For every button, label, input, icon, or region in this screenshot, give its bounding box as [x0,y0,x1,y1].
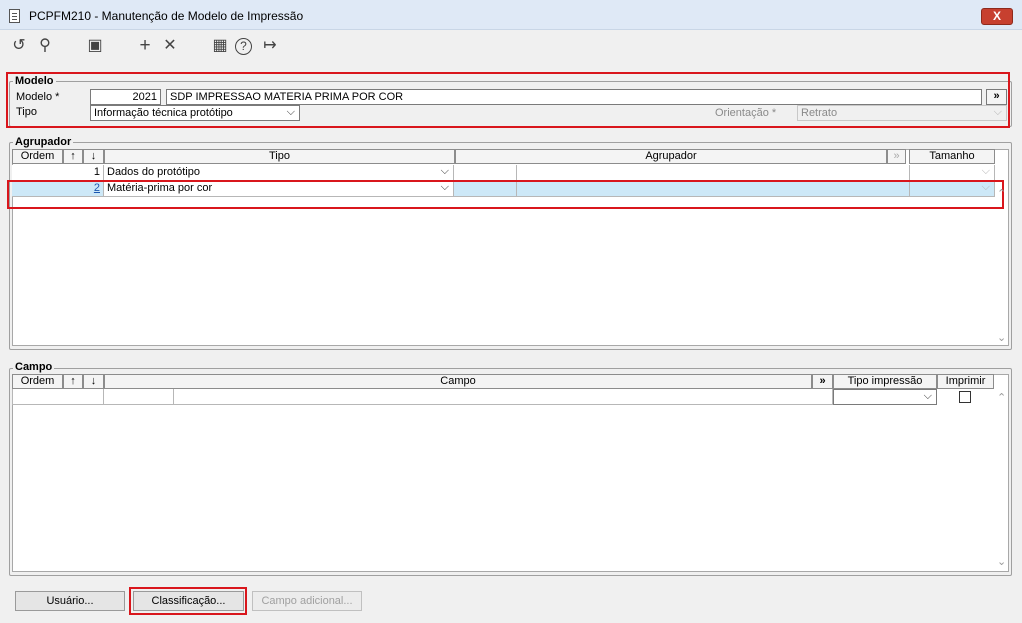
modelo-expand-button[interactable]: » [986,89,1007,105]
help-icon[interactable]: ? [235,38,252,55]
exit-icon[interactable]: ↦ [260,36,280,56]
agrupador-col-ordem[interactable]: Ordem [12,149,63,164]
document-icon [9,9,20,23]
campo-link-button[interactable]: » [812,374,833,389]
agrupador-move-down-button[interactable]: ↓ [83,149,104,164]
save-icon[interactable]: ▣ [85,36,105,56]
campo-move-up-button[interactable]: ↑ [63,374,83,389]
close-button[interactable]: X [981,8,1013,25]
usuario-button[interactable]: Usuário... [15,591,125,611]
agrupador-col-tamanho[interactable]: Tamanho [909,149,995,164]
campo-col-campo[interactable]: Campo [104,374,812,389]
orientacao-label: Orientação * [715,107,777,119]
table-row[interactable] [12,389,995,406]
modelo-label: Modelo * [16,91,60,103]
search-icon[interactable]: ⚲ [35,36,55,56]
row-campo-code[interactable] [104,389,174,405]
row-tipo-impressao-select[interactable] [833,389,937,405]
row-campo-desc[interactable] [174,389,833,405]
row-tipo-select[interactable]: Dados do protótipo [104,165,454,181]
agrupador-section-title: Agrupador [13,136,74,148]
delete-icon[interactable]: ✕ [160,36,180,56]
row-agrupador-desc[interactable] [517,165,910,181]
table-row[interactable]: 1 Dados do protótipo [12,165,995,181]
modelo-code-field[interactable]: 2021 [90,89,161,105]
agrupador-link-button[interactable]: » [887,149,906,164]
window-title: PCPFM210 - Manutenção de Modelo de Impre… [29,9,304,23]
campo-section-title: Campo [13,361,55,373]
add-icon[interactable]: + [135,36,155,56]
campo-col-imprimir[interactable]: Imprimir [937,374,994,389]
calendar-icon[interactable]: ▦ [210,36,230,56]
classificacao-highlight [129,587,247,615]
scroll-up-icon[interactable]: ⌃ [997,391,1006,404]
row-tamanho-select[interactable] [910,165,995,181]
row-ordem[interactable] [12,389,104,405]
agrupador-col-agrupador[interactable]: Agrupador [455,149,887,164]
scroll-down-icon[interactable]: ⌄ [997,331,1006,344]
agrupador-move-up-button[interactable]: ↑ [63,149,83,164]
modelo-description-field[interactable]: SDP IMPRESSAO MATERIA PRIMA POR COR [166,89,982,105]
orientacao-select[interactable]: Retrato [797,105,1007,121]
campo-col-tipo-impressao[interactable]: Tipo impressão [833,374,937,389]
row-agrupador-code[interactable] [454,165,517,181]
modelo-section-title: Modelo [13,75,56,87]
scroll-up-icon[interactable]: ⌃ [997,187,1006,200]
agrupador-col-tipo[interactable]: Tipo [104,149,455,164]
row-ordem[interactable]: 1 [12,165,104,181]
scroll-down-icon[interactable]: ⌄ [997,555,1006,568]
row-imprimir-checkbox[interactable] [959,391,971,403]
campo-move-down-button[interactable]: ↓ [83,374,104,389]
campo-adicional-button: Campo adicional... [252,591,362,611]
tipo-select[interactable]: Informação técnica protótipo [90,105,300,121]
campo-col-ordem[interactable]: Ordem [12,374,63,389]
undo-icon[interactable]: ↺ [9,36,29,56]
row-highlight [7,180,1004,209]
tipo-label: Tipo [16,106,37,118]
